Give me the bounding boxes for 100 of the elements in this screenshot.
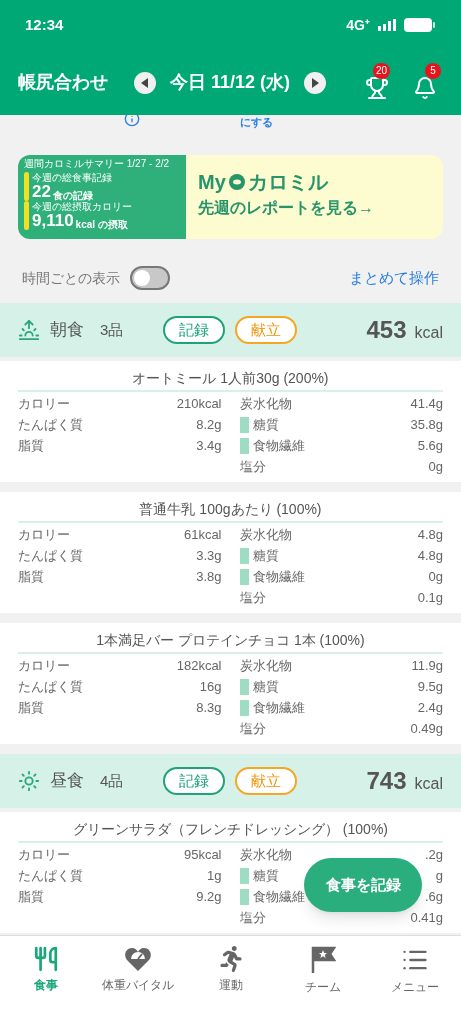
trophy-icon [365, 75, 389, 100]
nutrient-label: 糖質 [252, 866, 279, 885]
nutrient-label: 塩分 [239, 588, 266, 607]
nutrient-label: たんぱく質 [18, 415, 83, 434]
nutrient-value: 5.6g [417, 436, 443, 455]
nutrient-value: 61kcal [183, 525, 222, 544]
right-triangle-icon [311, 77, 320, 88]
nutrient-label: たんぱく質 [18, 677, 83, 696]
nav-tab[interactable]: メニュー [368, 946, 461, 1024]
summary-number: 9,110 [32, 212, 74, 230]
food-card[interactable]: オートミール 1人前30g (200%) カロリー 210kcal 炭水化物 41.4g たんぱく質 8.2g 糖質 35.8g 脂質 3.4g 食物繊維 5.6g 塩分 0g [0, 361, 461, 482]
food-card[interactable]: 1本満足バー プロテインチョコ 1本 (100%) カロリー 182kcal 炭水化物 11.9g たんぱく質 16g 糖質 9.5g 脂質 8.3g 食物繊維 2.4g 塩分 0.49g [0, 623, 461, 744]
info-icon [124, 115, 140, 127]
kcal-unit: kcal [414, 323, 443, 343]
nutrient-label: カロリー [18, 525, 70, 544]
summary-label: 今週の総摂取カロリー [32, 201, 132, 212]
nutrient-value: 210kcal [176, 394, 222, 413]
bulk-action-link[interactable]: まとめて操作 [349, 266, 439, 290]
logo-ring-icon [227, 173, 246, 191]
nutrient-label: 脂質 [18, 436, 44, 455]
kcal-unit: kcal [414, 774, 443, 794]
food-title: 普通牛乳 100gあたり (100%) [138, 500, 323, 518]
nutrient-value: 11.9g [411, 656, 443, 675]
status-time: 12:34 [25, 14, 64, 35]
sunrise-icon [18, 319, 40, 341]
brand-name: カロミル [247, 170, 328, 195]
nutrient-value: 41.4g [410, 394, 443, 413]
hourly-label: 時間ごとの表示 [22, 268, 120, 288]
record-meal-button[interactable]: 食事を記録 [304, 858, 422, 912]
nutrient-value: 3.4g [196, 436, 222, 455]
food-title: オートミール 1人前30g (200%) [131, 369, 330, 387]
record-button[interactable]: 記録 [163, 316, 226, 344]
nav-tab[interactable]: 食事 [0, 946, 93, 1024]
sub-nutrient-marker [239, 699, 249, 716]
nutrient-label: 食物繊維 [252, 436, 305, 455]
nutrient-value: 0g [428, 567, 443, 586]
nutrient-value: 3.8g [196, 567, 222, 586]
nutrient-value: 95kcal [183, 845, 222, 864]
previous-day-button[interactable] [134, 71, 156, 94]
nutrient-value: 4.8g [417, 546, 443, 565]
summary-unit: 食の記録 [52, 190, 93, 201]
brand-prefix: My [198, 170, 226, 195]
screen-title: 帳尻合わせ [18, 71, 108, 94]
nutrient-value: 8.3g [196, 698, 222, 717]
sub-nutrient-marker [239, 437, 249, 454]
meal-kcal: 453 [366, 315, 407, 345]
next-day-button[interactable] [304, 71, 327, 94]
meal-header[interactable]: 昼食 4品 記録 献立 743 kcal [0, 754, 461, 808]
meal-name: 朝食 [50, 319, 84, 342]
report-link: 先週のレポートを見る→ [198, 198, 375, 218]
nav-tab[interactable]: 運動 [184, 946, 277, 1024]
hourly-toggle[interactable] [130, 266, 170, 290]
meal-kcal: 743 [366, 766, 407, 796]
nutrient-value: 9.5g [417, 677, 443, 696]
sub-nutrient-marker [239, 547, 249, 564]
nutrient-label: 食物繊維 [252, 698, 305, 717]
nutrient-label: 塩分 [239, 719, 266, 738]
menu-plan-button[interactable]: 献立 [235, 767, 298, 795]
nutrient-value: g [435, 866, 443, 885]
sub-nutrient-marker [239, 416, 249, 433]
trophy-button[interactable]: 20 [359, 62, 395, 103]
nutrient-label: 食物繊維 [252, 887, 305, 906]
nav-tab[interactable]: チーム [276, 946, 369, 1024]
notice-link[interactable]: にする [240, 115, 273, 129]
left-triangle-icon [141, 77, 149, 88]
nutrient-label: カロリー [18, 656, 70, 675]
nutrient-label: 炭水化物 [239, 394, 292, 413]
nutrient-value: .6g [424, 887, 443, 906]
notification-badge: 5 [425, 62, 441, 79]
sub-nutrient-marker [239, 568, 249, 585]
heart-gauge-icon [124, 946, 153, 972]
sub-nutrient-marker [239, 678, 249, 695]
nutrient-value: 0.1g [417, 588, 443, 607]
nutrient-label: 塩分 [239, 908, 266, 927]
nutrient-label: 糖質 [252, 415, 279, 434]
nutrient-value: 2.4g [417, 698, 443, 717]
nutrient-label: 食物繊維 [252, 567, 305, 586]
nutrient-value: 0g [428, 457, 443, 476]
nutrient-value: 182kcal [176, 656, 222, 675]
nutrient-value: 8.2g [196, 415, 222, 434]
notification-button[interactable]: 5 [407, 62, 443, 103]
menu-plan-button[interactable]: 献立 [235, 316, 298, 344]
sun-icon [18, 770, 40, 792]
signal-icon [378, 19, 396, 31]
meal-name: 昼食 [50, 770, 84, 793]
nutrient-label: たんぱく質 [18, 866, 83, 885]
food-card[interactable]: 普通牛乳 100gあたり (100%) カロリー 61kcal 炭水化物 4.8g たんぱく質 3.3g 糖質 4.8g 脂質 3.8g 食物繊維 0g 塩分 0.1g [0, 492, 461, 613]
nutrient-label: 糖質 [252, 677, 279, 696]
nutrient-label: たんぱく質 [18, 546, 83, 565]
date-label: 今日 11/12 (水) [170, 71, 291, 94]
record-button[interactable]: 記録 [163, 767, 226, 795]
food-title: 1本満足バー プロテインチョコ 1本 (100%) [95, 631, 366, 649]
nutrient-value: .2g [424, 845, 443, 864]
nutrient-value: 35.8g [410, 415, 443, 434]
nav-tab[interactable]: 体重バイタル [92, 946, 185, 1024]
flag-icon [309, 946, 336, 974]
nutrient-value: 16g [199, 677, 222, 696]
meal-header[interactable]: 朝食 3品 記録 献立 453 kcal [0, 303, 461, 357]
trophy-badge: 20 [373, 62, 391, 79]
summary-unit: kcal の摂取 [75, 219, 128, 230]
